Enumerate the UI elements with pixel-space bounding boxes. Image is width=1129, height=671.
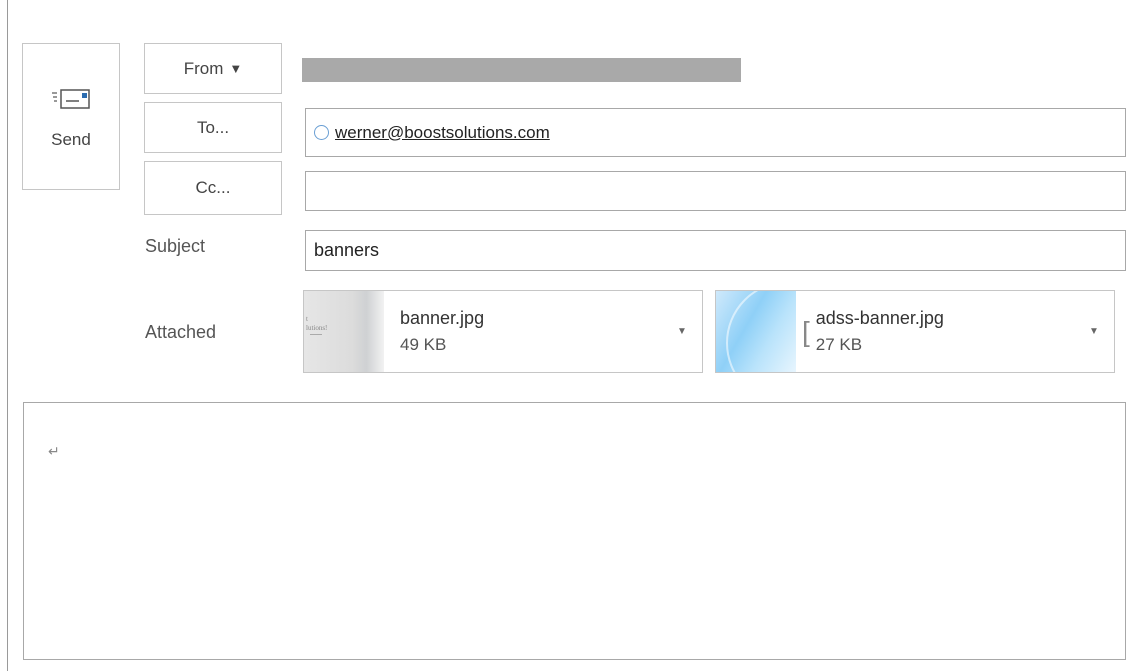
window-left-edge: [7, 0, 8, 671]
cc-button[interactable]: Cc...: [144, 161, 282, 215]
paragraph-return-mark: ↵: [48, 443, 60, 459]
cc-label: Cc...: [195, 178, 231, 197]
presence-circle-icon: [314, 125, 329, 140]
to-label: To...: [196, 117, 230, 137]
attachment-item[interactable]: t lutions! banner.jpg 49 KB ▼: [303, 290, 703, 373]
attachment-name: banner.jpg: [400, 308, 485, 328]
from-button[interactable]: From ▼: [144, 43, 282, 94]
attachment-thumbnail: t lutions!: [304, 291, 384, 372]
send-label: Send: [51, 129, 91, 149]
subject-value: banners: [314, 240, 380, 260]
envelope-send-icon: [52, 88, 90, 109]
thumbnail-text: t lutions!: [306, 315, 328, 332]
to-field[interactable]: werner@boostsolutions.com: [305, 108, 1126, 157]
subject-label: Subject: [145, 236, 206, 256]
send-button[interactable]: Send: [22, 43, 120, 190]
subject-field[interactable]: banners: [305, 230, 1126, 271]
message-body[interactable]: ↵: [23, 402, 1126, 660]
from-account-redacted: [302, 58, 741, 82]
triangle-down-icon[interactable]: ▼: [1074, 291, 1114, 372]
from-label: From: [183, 58, 224, 78]
attachment-thumbnail: [716, 291, 796, 372]
attachment-size: 49 KB: [400, 335, 447, 354]
caret-down-icon: ▼: [229, 61, 243, 76]
attachment-item[interactable]: [ adss-banner.jpg 27 KB ▼: [715, 290, 1115, 373]
recipient-address[interactable]: werner@boostsolutions.com: [335, 123, 550, 143]
attachment-name: adss-banner.jpg: [815, 308, 944, 328]
attached-label: Attached: [145, 322, 217, 342]
to-button[interactable]: To...: [144, 102, 282, 153]
triangle-down-icon[interactable]: ▼: [662, 291, 702, 372]
cc-field[interactable]: [305, 171, 1126, 211]
attachment-size: 27 KB: [815, 335, 863, 354]
